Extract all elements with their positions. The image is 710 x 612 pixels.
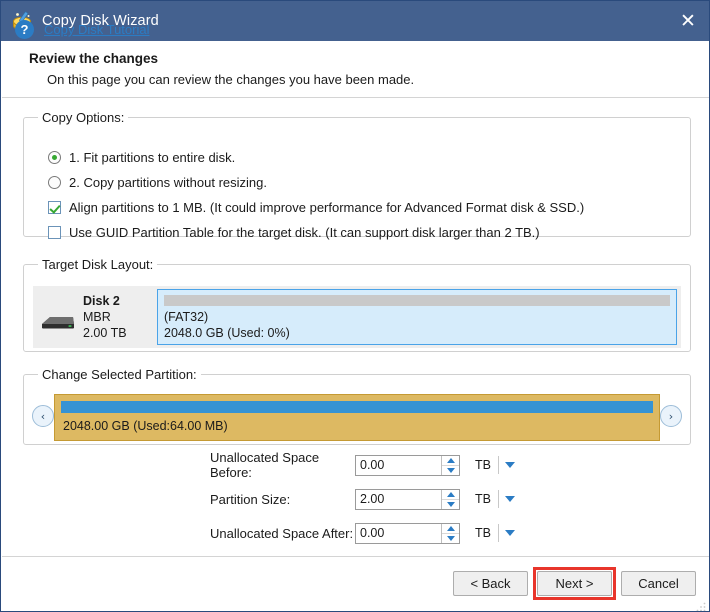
unit-label: TB: [475, 492, 491, 506]
target-disk-layout-group: Target Disk Layout: Disk 2 MBR 2.00 TB (…: [23, 257, 691, 352]
partition-text: (FAT32) 2048.0 GB (Used: 0%): [164, 309, 290, 341]
change-selected-partition-group: Change Selected Partition: ‹ 2048.00 GB …: [23, 367, 691, 445]
disk-info: Disk 2 MBR 2.00 TB: [33, 286, 157, 348]
unit-dropdown-icon[interactable]: [499, 496, 521, 502]
field-label: Partition Size:: [210, 491, 291, 507]
option-label: Align partitions to 1 MB. (It could impr…: [69, 199, 585, 215]
radio-fit-partitions[interactable]: [48, 150, 61, 164]
selected-partition-label: 2048.00 GB (Used:64.00 MB): [63, 419, 228, 433]
field-unallocated-space-after: Unallocated Space After: 0.00 TB: [210, 522, 521, 544]
checkbox-use-guid-partition-table[interactable]: [48, 225, 61, 239]
hard-disk-icon: [41, 313, 75, 331]
selected-partition-block[interactable]: 2048.00 GB (Used:64.00 MB): [54, 394, 660, 441]
copy-options-legend: Copy Options:: [42, 110, 125, 125]
selected-partition-bar: [61, 401, 653, 413]
page-title: Review the changes: [29, 51, 159, 66]
stepper-down-icon[interactable]: [442, 465, 459, 475]
cancel-button[interactable]: Cancel: [621, 571, 696, 596]
page-subtitle: On this page you can review the changes …: [47, 72, 415, 87]
option-use-guid-partition-table[interactable]: Use GUID Partition Table for the target …: [48, 223, 540, 241]
resize-grip[interactable]: [696, 599, 706, 611]
unit-label: TB: [475, 526, 491, 540]
back-button[interactable]: < Back: [453, 571, 528, 596]
target-disk-layout-legend: Target Disk Layout:: [42, 257, 154, 272]
copy-disk-wizard-window: Copy Disk Wizard ✕ Review the changes On…: [0, 0, 710, 612]
unit-dropdown-icon[interactable]: [499, 530, 521, 536]
field-partition-size: Partition Size: 2.00 TB: [210, 488, 521, 510]
partition-size-stepper[interactable]: 2.00: [355, 488, 460, 510]
disk-name: Disk 2: [83, 294, 120, 308]
stepper-down-icon[interactable]: [442, 499, 459, 509]
partition-filesystem: (FAT32): [164, 310, 209, 324]
checkbox-align-partitions[interactable]: [48, 200, 61, 214]
field-unallocated-space-before: Unallocated Space Before: 0.00 TB: [210, 450, 521, 480]
partition-size-input[interactable]: 2.00: [356, 490, 441, 509]
copy-disk-tutorial-link[interactable]: Copy Disk Tutorial: [44, 22, 149, 37]
page-header: Review the changes On this page you can …: [2, 41, 709, 98]
next-button[interactable]: Next >: [537, 571, 612, 596]
chevron-left-icon[interactable]: ‹: [32, 405, 54, 427]
unallocated-space-before-input[interactable]: 0.00: [356, 456, 441, 475]
copy-options-group: Copy Options: 1. Fit partitions to entir…: [23, 110, 691, 240]
radio-copy-without-resizing[interactable]: [48, 175, 61, 189]
close-icon[interactable]: ✕: [665, 1, 709, 41]
option-fit-partitions[interactable]: 1. Fit partitions to entire disk.: [48, 148, 235, 166]
partition-strip: ‹ 2048.00 GB (Used:64.00 MB) ›: [32, 394, 682, 441]
partition-size-used: 2048.0 GB (Used: 0%): [164, 326, 290, 340]
target-partition-block[interactable]: (FAT32) 2048.0 GB (Used: 0%): [157, 289, 677, 345]
chevron-right-icon[interactable]: ›: [660, 405, 682, 427]
option-label: Use GUID Partition Table for the target …: [69, 224, 540, 240]
disk-size: 2.00 TB: [83, 326, 127, 340]
option-label: 1. Fit partitions to entire disk.: [69, 149, 236, 165]
stepper-up-icon[interactable]: [442, 523, 459, 534]
stepper-down-icon[interactable]: [442, 533, 459, 543]
page-body: Copy Options: 1. Fit partitions to entir…: [2, 99, 709, 556]
field-label: Unallocated Space Before:: [210, 450, 320, 480]
stepper-buttons: [441, 489, 459, 509]
unallocated-space-after-stepper[interactable]: 0.00: [355, 522, 460, 544]
partition-usage-bar: [164, 295, 670, 306]
size-fields: Unallocated Space Before: 0.00 TB Partit…: [210, 450, 521, 556]
unallocated-space-before-stepper[interactable]: 0.00: [355, 454, 460, 476]
option-copy-without-resizing[interactable]: 2. Copy partitions without resizing.: [48, 173, 267, 191]
stepper-buttons: [441, 523, 459, 543]
unit-label: TB: [475, 458, 491, 472]
stepper-buttons: [441, 455, 459, 475]
unallocated-space-after-input[interactable]: 0.00: [356, 524, 441, 543]
stepper-up-icon[interactable]: [442, 455, 459, 466]
question-mark-icon[interactable]: ?: [15, 20, 34, 39]
disk-scheme: MBR: [83, 310, 111, 324]
disk-text: Disk 2 MBR 2.00 TB: [83, 293, 127, 341]
unit-dropdown-icon[interactable]: [499, 462, 521, 468]
option-label: 2. Copy partitions without resizing.: [69, 174, 267, 190]
target-disk-panel: Disk 2 MBR 2.00 TB (FAT32) 2048.0 GB (Us…: [33, 286, 681, 348]
field-label: Unallocated Space After:: [210, 525, 354, 541]
stepper-up-icon[interactable]: [442, 489, 459, 500]
option-align-partitions[interactable]: Align partitions to 1 MB. (It could impr…: [48, 198, 584, 216]
change-selected-partition-legend: Change Selected Partition:: [42, 367, 197, 382]
